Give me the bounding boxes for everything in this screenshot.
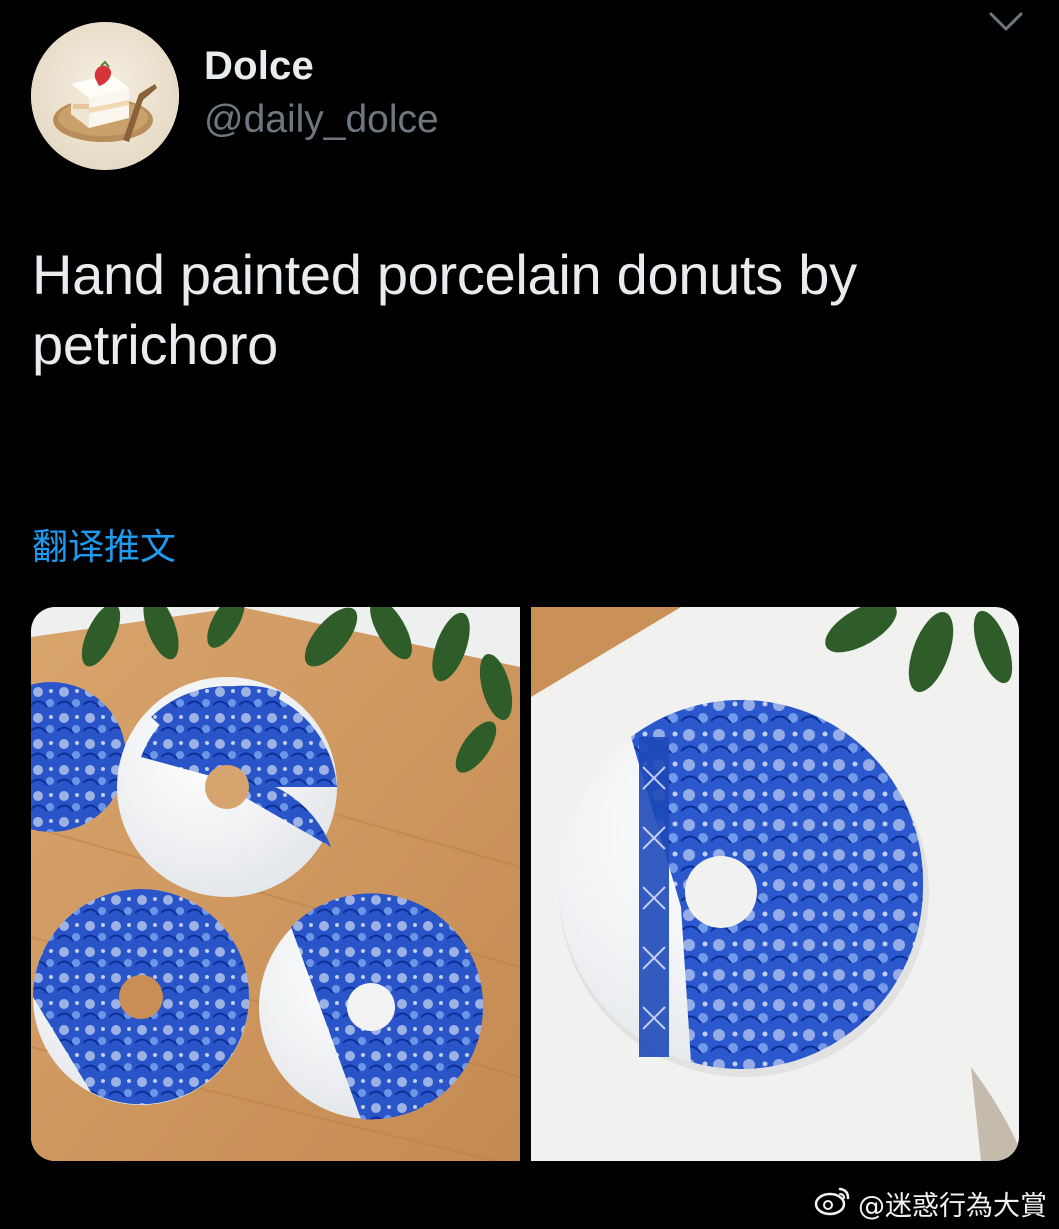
chevron-down-icon[interactable]: [986, 8, 1026, 34]
porcelain-donuts-on-board-photo[interactable]: [31, 607, 520, 1161]
display-name[interactable]: Dolce: [204, 44, 314, 89]
tweet-page: Dolce @daily_dolce Hand painted porcelai…: [0, 0, 1059, 1229]
weibo-watermark: @迷惑行為大賞: [814, 1183, 1047, 1223]
tweet-text: Hand painted porcelain donuts by petrich…: [32, 243, 857, 376]
user-handle[interactable]: @daily_dolce: [204, 98, 439, 142]
weibo-logo-icon: [814, 1184, 852, 1223]
porcelain-donut-closeup-photo[interactable]: [531, 607, 1019, 1161]
avatar[interactable]: [31, 22, 179, 170]
watermark-text: @迷惑行為大賞: [858, 1190, 1047, 1222]
translate-tweet-link[interactable]: 翻译推文: [32, 518, 176, 570]
